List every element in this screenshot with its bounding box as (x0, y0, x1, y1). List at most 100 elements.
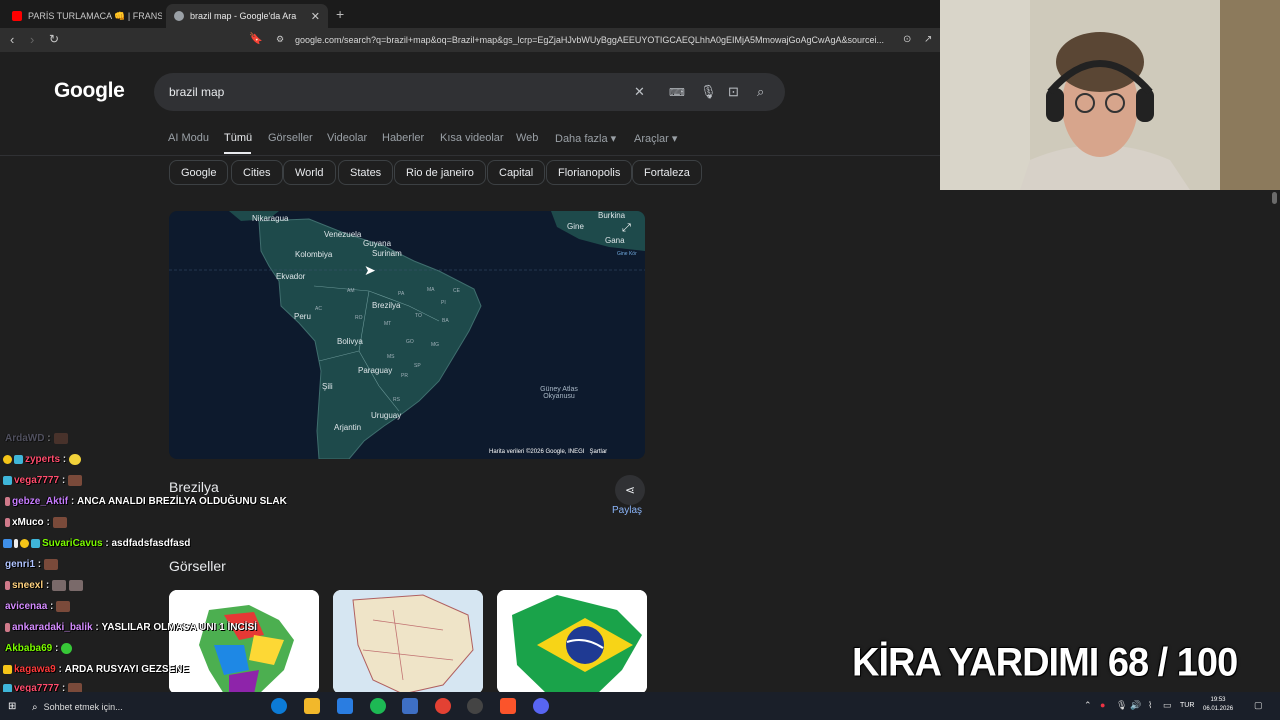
address-bar[interactable]: google.com/search?q=brazil+map&oq=Brazil… (270, 31, 940, 49)
map-label: Arjantin (334, 423, 362, 432)
share-button[interactable]: ⋖ (615, 475, 645, 505)
chip-capital[interactable]: Capital (487, 160, 546, 185)
chat-username: sneexl (12, 580, 44, 591)
chat-message: vega7777 : (0, 470, 83, 491)
chip-states[interactable]: States (338, 160, 394, 185)
state-code: RS (393, 397, 400, 403)
chip-google[interactable]: Google (169, 160, 229, 185)
close-tab-icon[interactable]: ✕ (311, 10, 320, 23)
chat-username: gebze_Aktif (12, 496, 69, 507)
keyboard-icon[interactable]: ⌨ (669, 86, 685, 99)
microphone-icon[interactable]: 🎙 (700, 84, 717, 100)
map-widget[interactable]: Nikaragua Venezuela Guyana Surinam Kolom… (169, 211, 645, 459)
app-icon[interactable] (402, 698, 418, 714)
badge-icon (20, 539, 29, 548)
chip-cities[interactable]: Cities (231, 160, 283, 185)
reload-icon[interactable]: ↻ (49, 32, 59, 46)
tray-app-icon[interactable]: ● (1100, 700, 1105, 710)
tab-news[interactable]: Haberler (382, 132, 424, 144)
chrome-icon[interactable] (435, 698, 451, 714)
state-code: TO (415, 313, 422, 319)
emote-icon (52, 517, 67, 528)
state-code: GO (406, 339, 414, 345)
taskbar-search-input[interactable]: ⌕ Sohbet etmek için... (32, 697, 257, 717)
browser-tab-1[interactable]: PARİS TURLAMACA 👊 | FRANSA ! BA (4, 4, 162, 28)
map-label: Peru (294, 312, 311, 321)
expand-map-icon[interactable]: ⤢ (622, 222, 636, 236)
microphone-tray-icon[interactable]: 🎙 (1116, 700, 1127, 711)
tab-short-videos[interactable]: Kısa videolar (440, 132, 504, 144)
forward-icon[interactable]: › (30, 32, 34, 47)
tab-web[interactable]: Web (516, 132, 538, 144)
tab-title: PARİS TURLAMACA 👊 | FRANSA ! BA (28, 10, 162, 21)
brazil-colored-map-image (169, 590, 319, 694)
bookmark-icon[interactable]: 🔖 (249, 32, 263, 45)
battery-icon[interactable]: ▭ (1163, 700, 1172, 711)
tab-all[interactable]: Tümü (224, 132, 252, 144)
state-code: MG (431, 342, 440, 348)
image-result[interactable] (169, 590, 319, 694)
map-label: Şili (322, 382, 333, 391)
clock-time: 19:53 (1210, 697, 1226, 703)
state-code: RO (355, 315, 363, 321)
taskbar-search-placeholder: Sohbet etmek için... (43, 702, 123, 712)
share-icon: ⋖ (624, 483, 636, 497)
right-blank-area (940, 190, 1280, 692)
start-icon[interactable]: ⊞ (8, 701, 16, 712)
share-label[interactable]: Paylaş (612, 505, 642, 516)
network-icon[interactable]: ⌇ (1148, 700, 1152, 711)
tab-videos[interactable]: Videolar (327, 132, 367, 144)
chat-username: ankaradaki_balik (12, 622, 93, 633)
spotify-icon[interactable] (370, 698, 386, 714)
tab-more[interactable]: Daha fazla ▾ (555, 132, 616, 145)
map-terms-link[interactable]: Şartlar (589, 449, 607, 455)
map-label: Kolombiya (295, 250, 333, 259)
tab-tools[interactable]: Araçlar ▾ (634, 132, 677, 145)
chip-florianopolis[interactable]: Florianopolis (546, 160, 633, 185)
clock[interactable]: 19:53 06.01.2026 (1203, 696, 1233, 714)
chip-world[interactable]: World (283, 160, 336, 185)
search-box[interactable] (154, 73, 785, 111)
store-icon[interactable] (337, 698, 353, 714)
clear-search-icon[interactable]: ✕ (634, 84, 645, 100)
volume-icon[interactable]: 🔊 (1130, 700, 1141, 711)
notification-icon[interactable]: ▢ (1254, 700, 1263, 711)
active-tab-indicator (224, 152, 251, 154)
edge-icon[interactable] (271, 698, 287, 714)
badge-icon (3, 665, 12, 674)
image-result[interactable] (497, 590, 647, 694)
badge-icon (3, 476, 12, 485)
chip-fortaleza[interactable]: Fortaleza (632, 160, 702, 185)
page-scrollbar[interactable] (1272, 192, 1277, 204)
language-indicator[interactable]: TUR (1180, 702, 1194, 709)
map-label: Gine Kör (617, 251, 637, 257)
stream-goal-overlay: KİRA YARDIMI 68 / 100 (852, 641, 1238, 686)
camera-search-icon[interactable]: ⊡ (728, 84, 739, 100)
google-logo[interactable]: Google (54, 79, 125, 103)
state-code: AC (315, 306, 322, 312)
brave-icon[interactable] (500, 698, 516, 714)
chip-rio-de-janeiro[interactable]: Rio de janeiro (394, 160, 486, 185)
new-tab-icon[interactable]: + (336, 6, 344, 22)
search-icon[interactable]: ⌕ (757, 84, 764, 100)
state-code: MT (384, 321, 392, 327)
file-explorer-icon[interactable] (304, 698, 320, 714)
chat-message: avicenaa : (0, 596, 71, 617)
badge-icon (31, 539, 40, 548)
browser-tab-2[interactable]: brazil map - Google'da Ara ✕ (166, 4, 328, 28)
map-label: Gana (605, 236, 625, 245)
chat-message: Akbaba69 : (0, 638, 73, 659)
discord-icon[interactable] (533, 698, 549, 714)
image-result[interactable] (333, 590, 483, 694)
chat-message: ankaradaki_balik : YASLILAR OLMASA UNI 1… (0, 617, 257, 638)
tab-images[interactable]: Görseller (268, 132, 313, 144)
badge-icon (5, 497, 10, 506)
tab-ai-mode[interactable]: AI Modu (168, 132, 209, 144)
obs-icon[interactable] (467, 698, 483, 714)
map-label: Nikaragua (252, 214, 289, 223)
emote-icon (68, 475, 83, 486)
search-input[interactable]: brazil map (169, 85, 224, 99)
back-icon[interactable]: ‹ (10, 32, 14, 47)
emote-icon (52, 580, 67, 591)
tray-chevron-icon[interactable]: ⌃ (1084, 700, 1092, 711)
